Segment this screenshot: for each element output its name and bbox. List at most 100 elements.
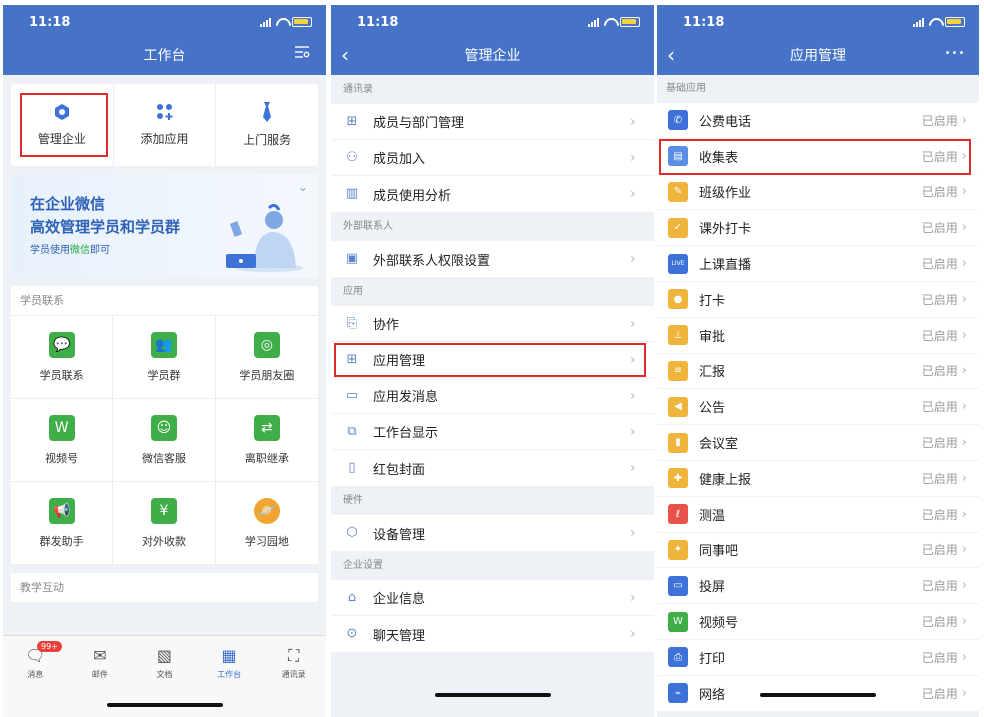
menu-label: 成员使用分析 [373,188,452,204]
app-channels[interactable]: W 视频号 [11,399,114,482]
onsite-service-button[interactable]: 上门服务 [216,84,318,166]
app-row[interactable]: ✓ 课外打卡 已启用 › [657,210,979,247]
menu-device-management[interactable]: ⬡ 设备管理 › [331,515,654,551]
status-time: 11:18 [357,15,399,30]
bottom-tab-bar: 🗨 99+ 消息 ✉ 邮件 ▧ 文档 ▦ 工作台 ⛶ 通讯录 [3,635,326,717]
network-icon: ⌁ [668,683,688,704]
app-label: 会议室 [699,437,739,453]
homework-icon: ✎ [668,181,688,202]
app-row[interactable]: ℓ 测温 已启用 › [657,496,979,533]
wifi-icon [928,18,941,27]
menu-label: 企业信息 [373,592,426,607]
app-row[interactable]: ● 打卡 已启用 › [657,281,979,318]
status-label: 已启用 [921,113,958,128]
envelope-cover-icon: ▯ [348,460,356,475]
tab-messages[interactable]: 🗨 99+ 消息 [3,636,68,717]
menu-app-message[interactable]: ▭ 应用发消息 › [331,378,654,414]
app-row[interactable]: ▮ 会议室 已启用 › [657,425,979,461]
nav-bar: ‹ 管理企业 [331,35,654,75]
checkin-card-icon: ✓ [668,217,688,238]
menu-enterprise-info[interactable]: ⌂ 企业信息 › [331,580,654,616]
chevron-right-icon: › [630,315,636,332]
more-icon[interactable]: ••• [943,43,967,67]
student-contact-section: 学员联系 💬 学员联系 👥 学员群 ◎ 学员朋友圈 W 视频号 ☺ 微信客服 ⇄… [11,286,318,565]
status-label: 已启用 [921,364,958,379]
menu-redpacket-cover[interactable]: ▯ 红包封面 › [331,450,654,486]
onsite-service-label: 上门服务 [243,133,292,147]
app-student-contact[interactable]: 💬 学员联系 [11,316,114,399]
app-label: 汇报 [699,365,726,381]
wifi-icon [603,18,616,27]
app-label: 微信客服 [141,451,186,465]
app-row[interactable]: ≡ 汇报 已启用 › [657,353,979,390]
home-indicator [106,703,223,707]
menu-member-dept[interactable]: ⊞ 成员与部门管理 › [331,104,654,140]
banner-title-line1: 在企业微信 [30,195,106,213]
thermometer-icon: ℓ [668,504,688,525]
status-label: 已启用 [921,579,958,594]
menu-external-permissions[interactable]: ▣ 外部联系人权限设置 › [331,241,654,277]
app-label: 审批 [699,329,726,345]
banner-sub-suffix: 即可 [90,245,110,256]
menu-label: 红包封面 [373,462,426,478]
section-title: 基础应用 [666,83,706,94]
tab-label: 消息 [27,670,44,679]
megaphone-icon: 📢 [48,497,75,524]
app-row[interactable]: LIVE 上课直播 已启用 › [657,246,979,282]
back-icon[interactable]: ‹ [667,43,691,67]
app-row[interactable]: W 视频号 已启用 › [657,604,979,640]
signal-icon [588,17,599,27]
page-title: 管理企业 [464,48,521,64]
screen-workbench: 11:18 工作台 管理企业 添加应用 上门服务 在企业微信 高效管理学员和学员… [3,5,326,717]
app-learning-garden[interactable]: 🪐 学习园地 [215,482,318,565]
app-row[interactable]: ✚ 健康上报 已启用 › [657,460,979,497]
add-app-button[interactable]: 添加应用 [114,84,217,166]
app-row[interactable]: ◀ 公告 已启用 › [657,389,979,426]
app-row[interactable]: ⎙ 打印 已启用 › [657,639,979,676]
status-label: 已启用 [921,543,958,558]
header-bar: 11:18 ‹ 应用管理 ••• [657,5,979,75]
app-student-moments[interactable]: ◎ 学员朋友圈 [215,316,318,399]
manage-enterprise-button[interactable]: 管理企业 [11,84,114,166]
menu-chat-management[interactable]: ⊙ 聊天管理 › [331,616,654,652]
app-wechat-service[interactable]: ☺ 微信客服 [113,399,216,482]
app-row[interactable]: ✎ 班级作业 已启用 › [657,174,979,211]
app-mass-send[interactable]: 📢 群发助手 [11,482,114,565]
menu-collab[interactable]: ⎘ 协作 › [331,306,654,342]
stamp-icon: ⊥ [668,325,688,346]
workbench-icon: ▦ [221,646,237,665]
app-resign-transfer[interactable]: ⇄ 离职继承 [215,399,318,482]
mail-icon: ✉ [93,646,107,665]
back-icon[interactable]: ‹ [341,43,365,67]
chevron-right-icon: › [630,525,636,541]
app-row[interactable]: ✆ 公费电话 已启用 › [657,103,979,139]
app-row[interactable]: ⊥ 审批 已启用 › [657,317,979,354]
app-label: 学员朋友圈 [239,368,295,382]
menu-label: 成员加入 [373,152,426,167]
group-title-hardware: 硬件 [343,495,363,506]
student-app-grid: 💬 学员联系 👥 学员群 ◎ 学员朋友圈 W 视频号 ☺ 微信客服 ⇄ 离职继承 [11,316,318,565]
colleague-icon: ✦ [668,539,688,560]
menu-member-analytics[interactable]: ▥ 成员使用分析 › [331,176,654,212]
tab-contacts[interactable]: ⛶ 通讯录 [261,636,326,717]
tab-label: 邮件 [91,670,108,679]
app-row[interactable]: ▭ 投屏 已启用 › [657,568,979,605]
promo-banner[interactable]: 在企业微信 高效管理学员和学员群 学员使用微信即可 ⌄ [11,174,318,278]
app-external-payment[interactable]: ¥ 对外收款 [113,482,216,565]
chevron-right-icon: › [961,506,967,522]
collapse-chevron-icon[interactable]: ⌄ [298,180,308,194]
app-row[interactable]: ✦ 同事吧 已启用 › [657,532,979,569]
door-icon: ▮ [668,432,688,453]
screen-manage-enterprise: 11:18 ‹ 管理企业 通讯录 ⊞ 成员与部门管理 › ⚇ 成员加入 › ▥ … [331,5,654,717]
app-label: 课外打卡 [699,222,752,238]
group-contacts: ⊞ 成员与部门管理 › ⚇ 成员加入 › ▥ 成员使用分析 › [331,104,654,212]
app-student-group[interactable]: 👥 学员群 [113,316,216,399]
settings-menu-icon[interactable] [290,43,314,67]
group-settings: ⌂ 企业信息 › ⊙ 聊天管理 › [331,580,654,652]
menu-app-management[interactable]: ⊞ 应用管理 › [331,342,654,378]
menu-workbench-display[interactable]: ⧉ 工作台显示 › [331,414,654,450]
status-label: 已启用 [921,221,958,236]
app-row[interactable]: ▤ 收集表 已启用 › [657,138,979,175]
highlight-box [659,138,971,175]
menu-member-join[interactable]: ⚇ 成员加入 › [331,140,654,176]
